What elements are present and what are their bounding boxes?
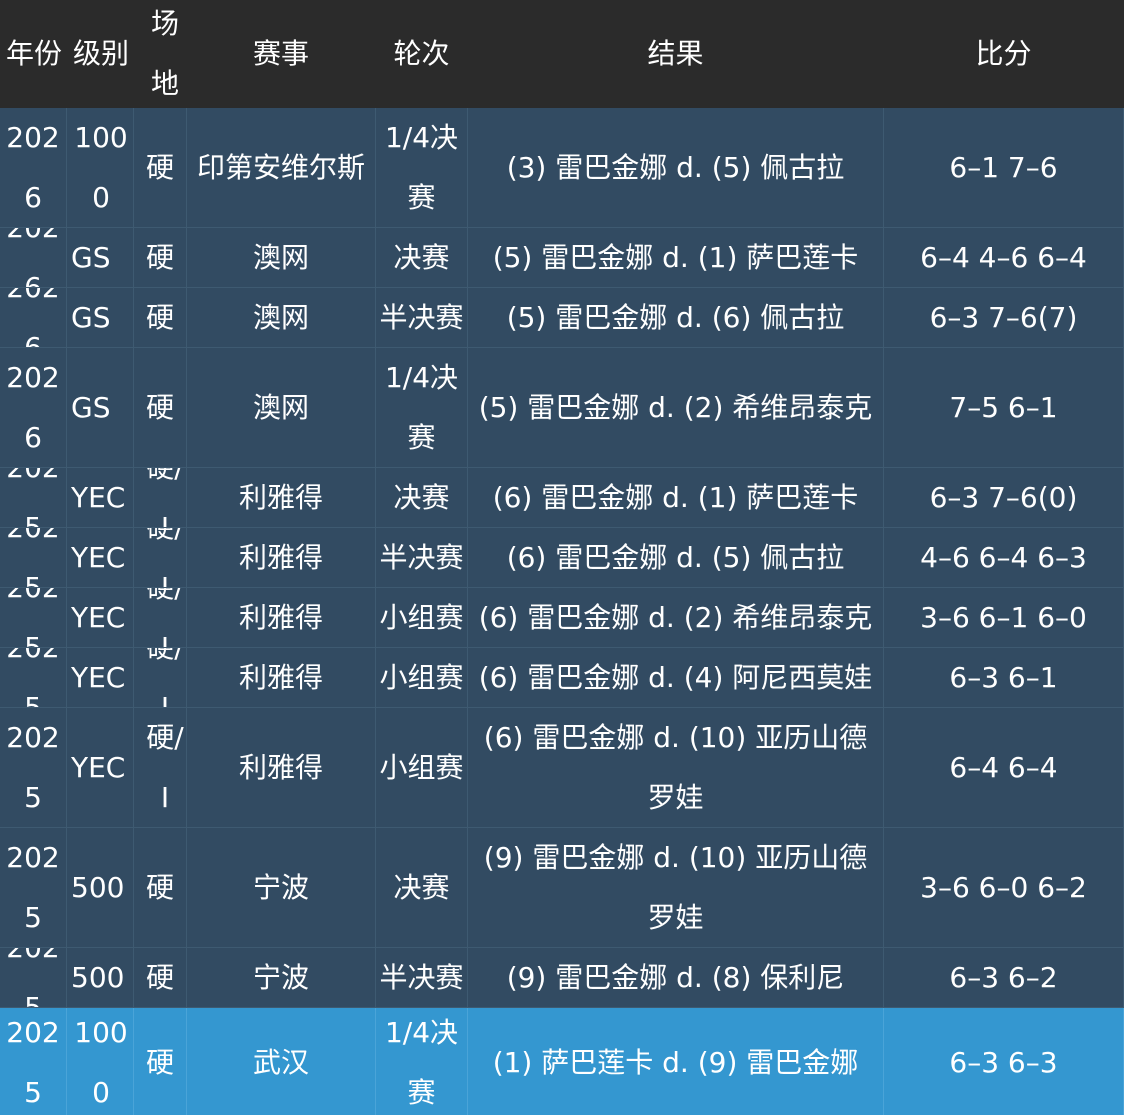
cell-round: 小组赛	[376, 588, 468, 648]
header-year[interactable]: 年份	[0, 0, 67, 108]
cell-tournament: 澳网	[187, 288, 376, 348]
cell-round: 1/4决赛	[376, 348, 468, 468]
cell-tournament: 利雅得	[187, 648, 376, 708]
cell-tournament: 利雅得	[187, 708, 376, 828]
cell-year: 2026	[0, 108, 67, 228]
cell-surface: 硬/I	[134, 708, 187, 828]
cell-year: 2025	[0, 468, 67, 528]
cell-surface: 硬/I	[134, 468, 187, 528]
cell-surface: 硬	[134, 348, 187, 468]
cell-year: 2026	[0, 228, 67, 288]
cell-result: (9) 雷巴金娜 d. (8) 保利尼	[468, 948, 884, 1008]
header-level[interactable]: 级别	[67, 0, 134, 108]
cell-result: (6) 雷巴金娜 d. (10) 亚历山德罗娃	[468, 708, 884, 828]
cell-tournament: 利雅得	[187, 468, 376, 528]
cell-surface: 硬	[134, 288, 187, 348]
cell-year: 2025	[0, 828, 67, 948]
cell-round: 1/4决赛	[376, 108, 468, 228]
cell-level: 1000	[67, 108, 134, 228]
cell-year: 2025	[0, 648, 67, 708]
cell-year: 2025	[0, 948, 67, 1008]
cell-surface: 硬/I	[134, 588, 187, 648]
cell-score: 6–3 6–1	[884, 648, 1124, 708]
cell-surface: 硬	[134, 948, 187, 1008]
cell-tournament: 利雅得	[187, 588, 376, 648]
cell-level: YEC	[67, 468, 134, 528]
cell-surface: 硬/I	[134, 648, 187, 708]
cell-result: (3) 雷巴金娜 d. (5) 佩古拉	[468, 108, 884, 228]
cell-tournament: 印第安维尔斯	[187, 108, 376, 228]
cell-round: 决赛	[376, 228, 468, 288]
cell-level: 500	[67, 948, 134, 1008]
cell-score: 4–6 6–4 6–3	[884, 528, 1124, 588]
cell-round: 半决赛	[376, 528, 468, 588]
cell-score: 6–3 7–6(7)	[884, 288, 1124, 348]
cell-score: 3–6 6–1 6–0	[884, 588, 1124, 648]
cell-round: 小组赛	[376, 708, 468, 828]
cell-round: 小组赛	[376, 648, 468, 708]
cell-result: (6) 雷巴金娜 d. (2) 希维昂泰克	[468, 588, 884, 648]
cell-surface: 硬	[134, 108, 187, 228]
cell-surface: 硬	[134, 1008, 187, 1115]
cell-surface: 硬	[134, 828, 187, 948]
cell-round: 半决赛	[376, 948, 468, 1008]
match-results-table: 年份 级别 场地 赛事 轮次 结果 比分 2026 1000 硬 印第安维尔斯 …	[0, 0, 1124, 1115]
cell-tournament: 利雅得	[187, 528, 376, 588]
cell-result: (1) 萨巴莲卡 d. (9) 雷巴金娜	[468, 1008, 884, 1115]
cell-year: 2026	[0, 348, 67, 468]
cell-surface: 硬/I	[134, 528, 187, 588]
cell-score: 6–3 6–2	[884, 948, 1124, 1008]
cell-score: 6–3 6–3	[884, 1008, 1124, 1115]
header-round[interactable]: 轮次	[376, 0, 468, 108]
cell-level: GS	[67, 348, 134, 468]
cell-round: 决赛	[376, 828, 468, 948]
cell-year: 2026	[0, 288, 67, 348]
cell-result: (6) 雷巴金娜 d. (4) 阿尼西莫娃	[468, 648, 884, 708]
header-result[interactable]: 结果	[468, 0, 884, 108]
cell-result: (5) 雷巴金娜 d. (6) 佩古拉	[468, 288, 884, 348]
cell-result: (5) 雷巴金娜 d. (2) 希维昂泰克	[468, 348, 884, 468]
cell-result: (6) 雷巴金娜 d. (5) 佩古拉	[468, 528, 884, 588]
cell-result: (9) 雷巴金娜 d. (10) 亚历山德罗娃	[468, 828, 884, 948]
cell-level: YEC	[67, 588, 134, 648]
cell-tournament: 宁波	[187, 948, 376, 1008]
cell-result: (6) 雷巴金娜 d. (1) 萨巴莲卡	[468, 468, 884, 528]
header-tournament[interactable]: 赛事	[187, 0, 376, 108]
cell-result: (5) 雷巴金娜 d. (1) 萨巴莲卡	[468, 228, 884, 288]
cell-tournament: 宁波	[187, 828, 376, 948]
cell-score: 6–4 4–6 6–4	[884, 228, 1124, 288]
cell-level: YEC	[67, 528, 134, 588]
cell-score: 6–3 7–6(0)	[884, 468, 1124, 528]
cell-year: 2025	[0, 588, 67, 648]
cell-score: 7–5 6–1	[884, 348, 1124, 468]
cell-surface: 硬	[134, 228, 187, 288]
cell-level: YEC	[67, 648, 134, 708]
cell-round: 决赛	[376, 468, 468, 528]
cell-score: 3–6 6–0 6–2	[884, 828, 1124, 948]
cell-level: GS	[67, 288, 134, 348]
header-score[interactable]: 比分	[884, 0, 1124, 108]
cell-score: 6–1 7–6	[884, 108, 1124, 228]
cell-year: 2025	[0, 1008, 67, 1115]
cell-level: 500	[67, 828, 134, 948]
cell-tournament: 武汉	[187, 1008, 376, 1115]
cell-year: 2025	[0, 528, 67, 588]
cell-tournament: 澳网	[187, 348, 376, 468]
cell-round: 1/4决赛	[376, 1008, 468, 1115]
cell-level: 1000	[67, 1008, 134, 1115]
cell-tournament: 澳网	[187, 228, 376, 288]
cell-year: 2025	[0, 708, 67, 828]
cell-level: GS	[67, 228, 134, 288]
cell-score: 6–4 6–4	[884, 708, 1124, 828]
cell-round: 半决赛	[376, 288, 468, 348]
cell-level: YEC	[67, 708, 134, 828]
header-surface[interactable]: 场地	[134, 0, 187, 108]
